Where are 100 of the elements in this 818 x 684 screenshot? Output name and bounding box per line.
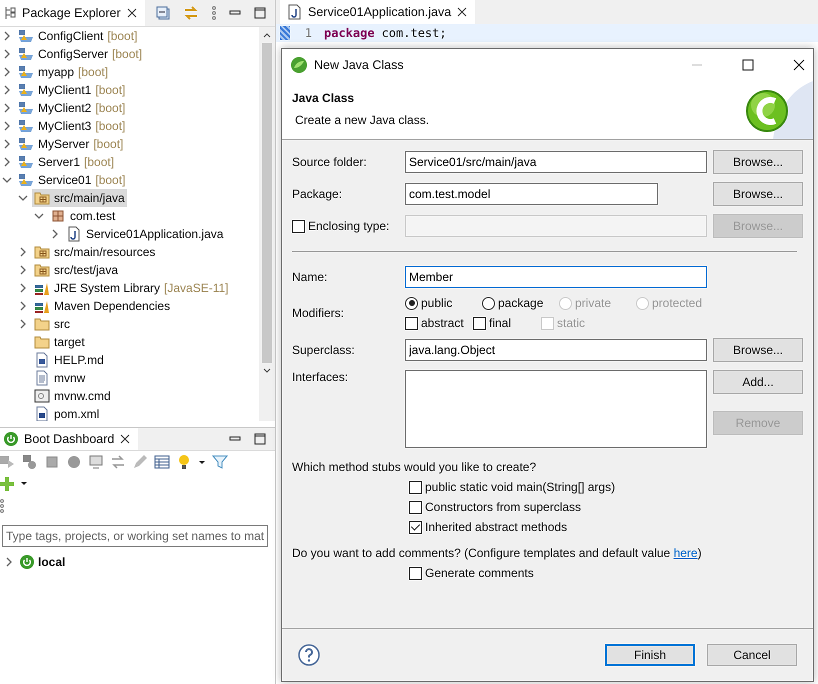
chevron-icon[interactable] — [4, 557, 14, 567]
here-link[interactable]: here — [674, 546, 698, 560]
item-label: src/test/java — [54, 263, 118, 277]
chevron-icon[interactable] — [50, 229, 60, 239]
chevron-icon[interactable] — [2, 139, 12, 149]
tree-item[interactable]: Service01Application.java — [64, 225, 226, 243]
tree-item[interactable]: src/main/java — [32, 189, 127, 207]
text-file-icon — [34, 370, 50, 386]
stop-icon[interactable] — [44, 454, 60, 470]
close-icon[interactable] — [793, 59, 805, 71]
circle-icon[interactable] — [66, 454, 82, 470]
browse-button[interactable]: Browse... — [713, 338, 803, 362]
chevron-icon[interactable] — [2, 31, 12, 41]
tree-item[interactable]: src/main/resources — [32, 243, 158, 261]
maximize-icon[interactable] — [254, 433, 266, 445]
radio-button[interactable]: public — [405, 296, 482, 310]
close-icon[interactable] — [120, 434, 130, 444]
tree-item[interactable]: JRE System Library [JavaSE-11] — [32, 279, 231, 297]
chevron-icon[interactable] — [18, 301, 28, 311]
tree-item[interactable]: pom.xml — [32, 405, 102, 421]
checkbox[interactable]: Generate comments — [409, 566, 797, 580]
chevron-icon[interactable] — [2, 157, 12, 167]
chevron-icon[interactable] — [18, 319, 28, 329]
chevron-icon[interactable] — [2, 85, 12, 95]
project-icon — [18, 28, 34, 44]
item-label: JRE System Library — [54, 281, 160, 295]
interfaces-list[interactable] — [405, 370, 707, 448]
tree-item[interactable]: target — [32, 333, 87, 351]
tree-item[interactable]: Service01 [boot] — [16, 171, 128, 189]
chevron-icon[interactable] — [18, 193, 28, 203]
scrollbar[interactable] — [259, 27, 275, 421]
maximize-icon[interactable] — [254, 7, 266, 19]
monitor-icon[interactable] — [88, 454, 104, 470]
close-icon[interactable] — [126, 8, 137, 18]
chevron-icon[interactable] — [2, 67, 12, 77]
text-field[interactable]: com.test.model — [405, 183, 658, 205]
text-field[interactable]: Service01/src/main/java — [405, 151, 707, 173]
chevron-icon[interactable] — [18, 247, 28, 257]
maximize-icon[interactable] — [742, 59, 754, 71]
tree-item[interactable]: mvnw — [32, 369, 88, 387]
chevron-icon[interactable] — [2, 49, 12, 59]
text-field[interactable]: java.lang.Object — [405, 339, 707, 361]
filter-field[interactable]: Type tags, projects, or working set names to mat — [2, 525, 268, 547]
tree-item[interactable]: ConfigServer [boot] — [16, 45, 144, 63]
item-label: MyServer — [38, 137, 90, 151]
editor-tab[interactable]: Service01Application.java — [280, 0, 476, 24]
tree-item[interactable]: myapp [boot] — [16, 63, 110, 81]
scroll-up-icon[interactable] — [262, 31, 272, 39]
item-label: Service01 — [38, 173, 92, 187]
view-tab[interactable]: Boot Dashboard — [0, 428, 138, 450]
tree-item[interactable]: MyServer [boot] — [16, 135, 126, 153]
lightbulb-icon[interactable] — [176, 454, 192, 470]
browse-button[interactable]: Browse... — [713, 182, 803, 206]
debug-icon[interactable] — [22, 454, 38, 470]
dialog-button[interactable]: Cancel — [707, 644, 797, 666]
tree-item[interactable]: Maven Dependencies — [32, 297, 172, 315]
checkbox[interactable]: Inherited abstract methods — [409, 520, 797, 534]
checkbox[interactable]: Constructors from superclass — [409, 500, 797, 514]
dialog-button[interactable]: Finish — [605, 644, 695, 666]
chevron-icon[interactable] — [18, 283, 28, 293]
project-icon — [18, 118, 34, 134]
help-icon[interactable] — [298, 644, 320, 666]
folder-icon — [34, 262, 50, 278]
chevron-icon[interactable] — [34, 211, 44, 221]
tree-item[interactable]: MyClient2 [boot] — [16, 99, 128, 117]
swap-arrows-icon[interactable] — [110, 454, 126, 470]
checkbox[interactable]: final — [473, 316, 541, 330]
view-tab[interactable]: Package Explorer — [0, 0, 145, 26]
browse-button[interactable]: Browse... — [713, 150, 803, 174]
tree-item[interactable]: com.test — [48, 207, 118, 225]
list-button[interactable]: Add... — [713, 370, 803, 394]
scroll-down-icon[interactable] — [262, 367, 272, 375]
item-decoration: [boot] — [84, 155, 114, 169]
project-icon — [18, 64, 34, 80]
table-icon[interactable] — [154, 454, 170, 470]
view-menu-icon[interactable] — [0, 499, 4, 513]
radio-button[interactable]: package — [482, 296, 559, 310]
text-field[interactable]: Member — [405, 266, 707, 288]
code-keyword: package — [324, 26, 375, 40]
tree-item[interactable]: MyClient3 [boot] — [16, 117, 128, 135]
tree-item[interactable]: HELP.md — [32, 351, 106, 369]
chevron-icon[interactable] — [2, 121, 12, 131]
item-label: src/main/java — [54, 191, 125, 205]
field-label: Modifiers: — [292, 306, 346, 320]
chevron-icon[interactable] — [18, 265, 28, 275]
tree-item[interactable]: local — [18, 553, 68, 571]
tree-item[interactable]: mvnw.cmd — [32, 387, 113, 405]
tree-item[interactable]: MyClient1 [boot] — [16, 81, 128, 99]
collapse-all-icon[interactable] — [156, 6, 170, 20]
checkbox[interactable]: public static void main(String[] args) — [409, 480, 797, 494]
view-menu-icon[interactable] — [212, 6, 216, 20]
chevron-icon[interactable] — [2, 103, 12, 113]
tree-item[interactable]: ConfigClient [boot] — [16, 27, 140, 45]
filter-icon[interactable] — [212, 454, 228, 470]
checkbox[interactable]: abstract — [405, 316, 473, 330]
tree-item[interactable]: Server1 [boot] — [16, 153, 116, 171]
tree-item[interactable]: src — [32, 315, 72, 333]
chevron-icon[interactable] — [2, 175, 12, 185]
close-icon[interactable] — [457, 7, 468, 17]
tree-item[interactable]: src/test/java — [32, 261, 120, 279]
